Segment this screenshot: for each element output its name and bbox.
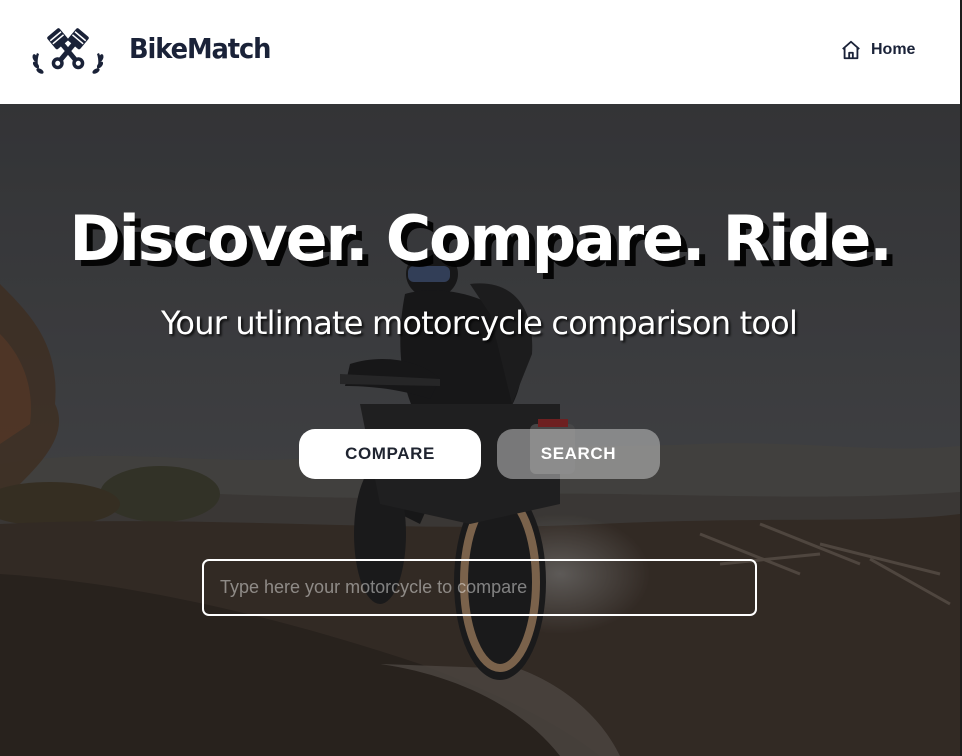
hero-section: Discover. Compare. Ride. Your utlimate m…	[0, 104, 960, 756]
brand-name[interactable]: BikeMatch	[129, 32, 271, 65]
home-icon	[842, 40, 860, 60]
brand-logo-icon[interactable]	[31, 25, 105, 77]
motorcycle-search-input[interactable]	[202, 559, 757, 616]
site-header: BikeMatch Home	[0, 0, 960, 104]
compare-button[interactable]: COMPARE	[299, 429, 481, 479]
nav-home-label: Home	[871, 41, 916, 58]
hero-subtitle: Your utlimate motorcycle comparison tool	[160, 304, 798, 342]
search-button[interactable]: SEARCH	[497, 429, 660, 479]
nav-home-link[interactable]: Home	[840, 37, 915, 63]
hero-title: Discover. Compare. Ride.	[69, 202, 892, 275]
